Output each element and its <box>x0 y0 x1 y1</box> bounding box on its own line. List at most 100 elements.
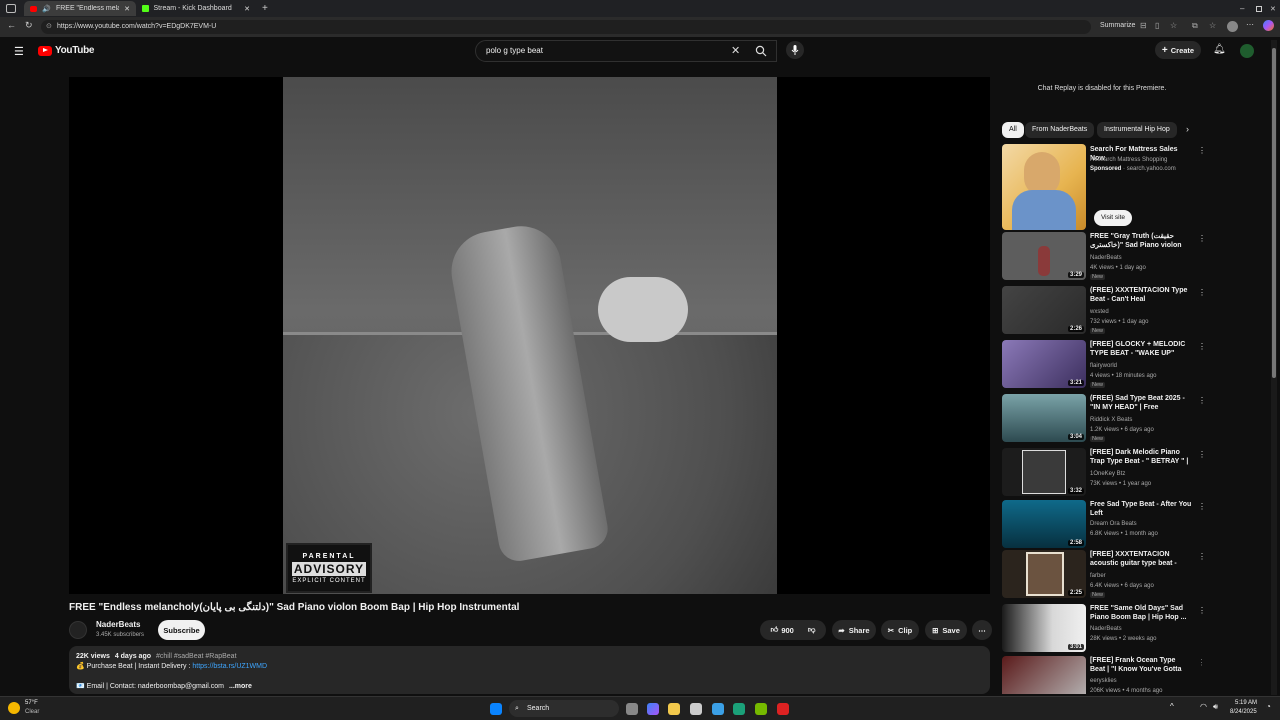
more-options-icon[interactable]: ⋮ <box>1198 552 1206 561</box>
dislike-button[interactable]: 👎︎ <box>808 625 816 635</box>
video-thumbnail[interactable] <box>1002 656 1086 694</box>
more-options-icon[interactable]: ⋮ <box>1198 606 1206 615</box>
tab-kick[interactable]: Stream - Kick Dashboard ✕ <box>136 1 256 16</box>
channel-avatar[interactable] <box>69 621 87 639</box>
clip-button[interactable]: ✂ Clip <box>881 620 919 640</box>
voice-search-button[interactable] <box>786 41 804 59</box>
chip-from-naderbeats[interactable]: From NaderBeats <box>1025 122 1095 138</box>
app-red-icon[interactable] <box>777 703 789 715</box>
video-thumbnail[interactable]: 2:25 <box>1002 550 1086 598</box>
list-item[interactable]: 3:04 (FREE) Sad Type Beat 2025 - "IN MY … <box>1002 394 1206 444</box>
close-tab-icon[interactable]: ✕ <box>124 5 130 13</box>
more-options-icon[interactable]: ⋮ <box>1198 342 1206 351</box>
notification-icon[interactable]: ◔ <box>1266 702 1271 711</box>
split-screen-icon[interactable]: ▯ <box>1155 21 1159 30</box>
reading-view-icon[interactable]: ⊟ <box>1140 21 1147 30</box>
video-thumbnail[interactable]: 3:32 <box>1002 448 1086 496</box>
list-item[interactable]: 2:26 (FREE) XXXTENTACION Type Beat - Can… <box>1002 286 1206 336</box>
channel-name[interactable]: 1OneKey Btz <box>1090 471 1125 477</box>
clock-time[interactable]: 5:19 AM <box>1235 700 1257 706</box>
tab-actions-icon[interactable] <box>6 4 16 13</box>
start-windows-icon[interactable] <box>490 703 502 715</box>
chip-next-icon[interactable]: › <box>1186 124 1189 134</box>
channel-name[interactable]: Riddick X Beats <box>1090 417 1132 423</box>
audio-icon[interactable]: 🔊 <box>42 5 51 13</box>
video-thumbnail[interactable]: 3:21 <box>1002 340 1086 388</box>
new-tab-icon[interactable]: + <box>262 3 268 14</box>
more-options-icon[interactable]: ⋮ <box>1198 658 1202 667</box>
list-item[interactable]: 3:29 FREE "Gray Truth (حقیقت خاکستری)" S… <box>1002 232 1206 282</box>
visit-site-button[interactable]: Visit site <box>1094 210 1132 226</box>
video-player[interactable]: PARENTAL ADVISORY EXPLICIT CONTENT <box>69 77 990 594</box>
more-actions-button[interactable]: ⋯ <box>972 620 992 640</box>
list-item[interactable]: 3:01 FREE "Same Old Days" Sad Piano Boom… <box>1002 604 1206 654</box>
description-box[interactable]: 22K views 4 days ago #chill #sadBeat #Ra… <box>69 646 990 694</box>
menu-icon[interactable]: ☰ <box>14 45 24 58</box>
youtube-logo[interactable]: YouTube <box>38 45 95 56</box>
list-item[interactable]: 2:58 Free Sad Type Beat - After You Left… <box>1002 500 1206 550</box>
search-button[interactable] <box>746 40 776 62</box>
volume-icon[interactable]: 🔊︎ <box>1213 702 1218 712</box>
purchase-link[interactable]: https://bsta.rs/UZ1WMD <box>192 663 267 670</box>
task-view-icon[interactable] <box>626 703 638 715</box>
file-explorer-icon[interactable] <box>668 703 680 715</box>
video-thumbnail[interactable]: 3:29 <box>1002 232 1086 280</box>
more-link[interactable]: ...more <box>229 683 252 690</box>
save-button[interactable]: ⊞ Save <box>925 620 967 640</box>
clear-search-icon[interactable]: ✕ <box>731 44 740 57</box>
list-item[interactable]: 3:32 [FREE] Dark Melodic Piano Trap Type… <box>1002 448 1206 498</box>
back-icon[interactable]: ← <box>7 20 16 30</box>
clock-date[interactable]: 8/24/2025 <box>1230 709 1257 715</box>
more-menu-icon[interactable]: ⋯ <box>1246 20 1254 29</box>
sponsored-ad[interactable]: Search For Mattress Sales Now Research M… <box>1002 144 1206 230</box>
video-thumbnail[interactable]: 3:01 <box>1002 604 1086 652</box>
video-thumbnail[interactable]: 3:04 <box>1002 394 1086 442</box>
close-tab-icon[interactable]: ✕ <box>244 5 250 13</box>
url-field[interactable]: ⊙ https://www.youtube.com/watch?v=EDgDK7… <box>41 20 1091 34</box>
list-item[interactable]: [FREE] Frank Ocean Type Beat | "I Know Y… <box>1002 656 1202 694</box>
video-thumbnail[interactable]: 2:58 <box>1002 500 1086 548</box>
create-button[interactable]: + Create <box>1155 41 1201 59</box>
taskbar-search-box[interactable]: ⌕ Search <box>509 700 619 717</box>
photos-icon[interactable] <box>712 703 724 715</box>
profile-avatar[interactable] <box>1227 21 1238 32</box>
channel-name[interactable]: NaderBeats <box>1090 255 1122 261</box>
account-avatar[interactable] <box>1240 44 1254 58</box>
copilot-app-icon[interactable] <box>647 703 659 715</box>
tab-youtube[interactable]: 🔊 FREE "Endless melancholy(... ✕ <box>24 1 136 16</box>
channel-name[interactable]: NaderBeats <box>1090 626 1122 632</box>
more-options-icon[interactable]: ⋮ <box>1198 396 1206 405</box>
channel-name[interactable]: flairyworld <box>1090 363 1117 369</box>
ad-thumbnail[interactable] <box>1002 144 1086 230</box>
summarize-button[interactable]: Summarize <box>1100 22 1135 29</box>
favorites-icon[interactable]: ☆ <box>1209 21 1216 30</box>
like-button[interactable]: 👍︎ 900 <box>771 625 794 635</box>
ad-more-icon[interactable]: ⋮ <box>1198 146 1206 155</box>
collections-icon[interactable]: ⧉ <box>1192 21 1198 31</box>
channel-name[interactable]: wxsted <box>1090 309 1109 315</box>
nvidia-icon[interactable] <box>755 703 767 715</box>
chip-instrumental-hip-hop[interactable]: Instrumental Hip Hop <box>1097 122 1177 138</box>
list-item[interactable]: 2:25 [FREE] XXXTENTACION acoustic guitar… <box>1002 550 1206 600</box>
share-button[interactable]: ➦ Share <box>832 620 876 640</box>
copilot-icon[interactable] <box>1263 20 1274 31</box>
more-options-icon[interactable]: ⋮ <box>1198 450 1206 459</box>
subscribe-button[interactable]: Subscribe <box>158 620 205 640</box>
video-thumbnail[interactable]: 2:26 <box>1002 286 1086 334</box>
favorite-star-icon[interactable]: ☆ <box>1170 21 1177 30</box>
list-item[interactable]: 3:21 [FREE] GLOCKY + MELODIC TYPE BEAT -… <box>1002 340 1206 390</box>
page-scrollbar[interactable] <box>1271 40 1277 695</box>
close-window-icon[interactable]: ✕ <box>1270 5 1276 13</box>
notifications-bell-icon[interactable]: 🔔︎ <box>1213 44 1226 55</box>
more-options-icon[interactable]: ⋮ <box>1198 234 1206 243</box>
refresh-icon[interactable]: ↻ <box>25 20 33 31</box>
wifi-icon[interactable]: ◠ <box>1200 702 1207 711</box>
more-options-icon[interactable]: ⋮ <box>1198 502 1206 511</box>
edge-browser-icon[interactable] <box>733 703 745 715</box>
tray-chevron-icon[interactable]: ^ <box>1170 702 1174 711</box>
channel-name[interactable]: NaderBeats <box>96 620 140 629</box>
hashtags[interactable]: #chill #sadBeat #RapBeat <box>156 653 237 660</box>
store-icon[interactable] <box>690 703 702 715</box>
minimize-icon[interactable]: – <box>1240 4 1244 13</box>
maximize-icon[interactable] <box>1256 5 1262 12</box>
